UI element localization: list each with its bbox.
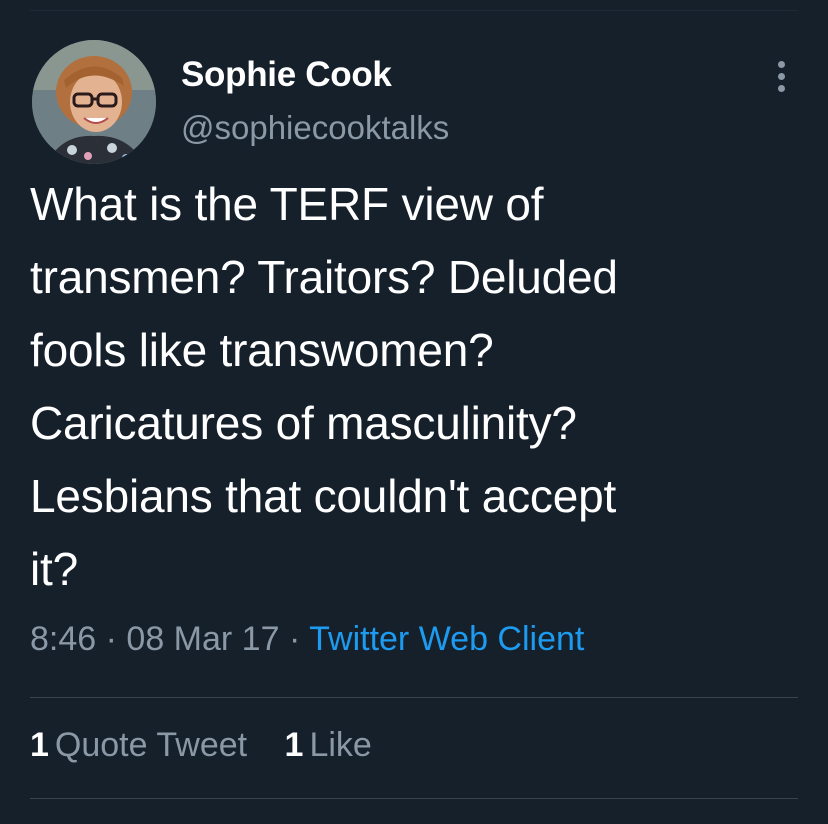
meta-separator: · <box>105 620 127 658</box>
likes-count: 1 <box>284 726 304 764</box>
divider <box>30 798 798 799</box>
quote-tweets-label: Quote Tweet <box>54 726 248 764</box>
divider <box>30 697 798 698</box>
dot <box>777 60 785 68</box>
tweet-meta: 8:46 · 08 Mar 17 · Twitter Web Client <box>30 620 584 659</box>
author-display-name[interactable]: Sophie Cook <box>181 55 392 95</box>
avatar[interactable] <box>32 40 156 164</box>
quote-tweets-count: 1 <box>30 726 49 764</box>
more-options-icon[interactable] <box>766 56 796 96</box>
likes-stat[interactable]: 1 Like <box>285 726 372 764</box>
quote-tweets-stat[interactable]: 1 Quote Tweet <box>30 726 247 764</box>
tweet-stats: 1 Quote Tweet 1 Like <box>30 726 400 765</box>
tweet-source-link[interactable]: Twitter Web Client <box>309 620 584 658</box>
author-handle[interactable]: @sophiecooktalks <box>181 109 449 147</box>
meta-separator: · <box>288 620 310 658</box>
tweet-text: What is the TERF view of transmen? Trait… <box>30 178 618 595</box>
profile-photo-icon <box>32 40 156 164</box>
dot <box>777 84 785 92</box>
tweet-card: Sophie Cook @sophiecooktalks What is the… <box>0 0 828 824</box>
tweet-date[interactable]: 08 Mar 17 <box>126 620 279 658</box>
likes-label: Like <box>309 726 372 764</box>
dot <box>777 72 785 80</box>
tweet-time[interactable]: 8:46 <box>30 620 96 658</box>
top-divider <box>30 10 798 11</box>
